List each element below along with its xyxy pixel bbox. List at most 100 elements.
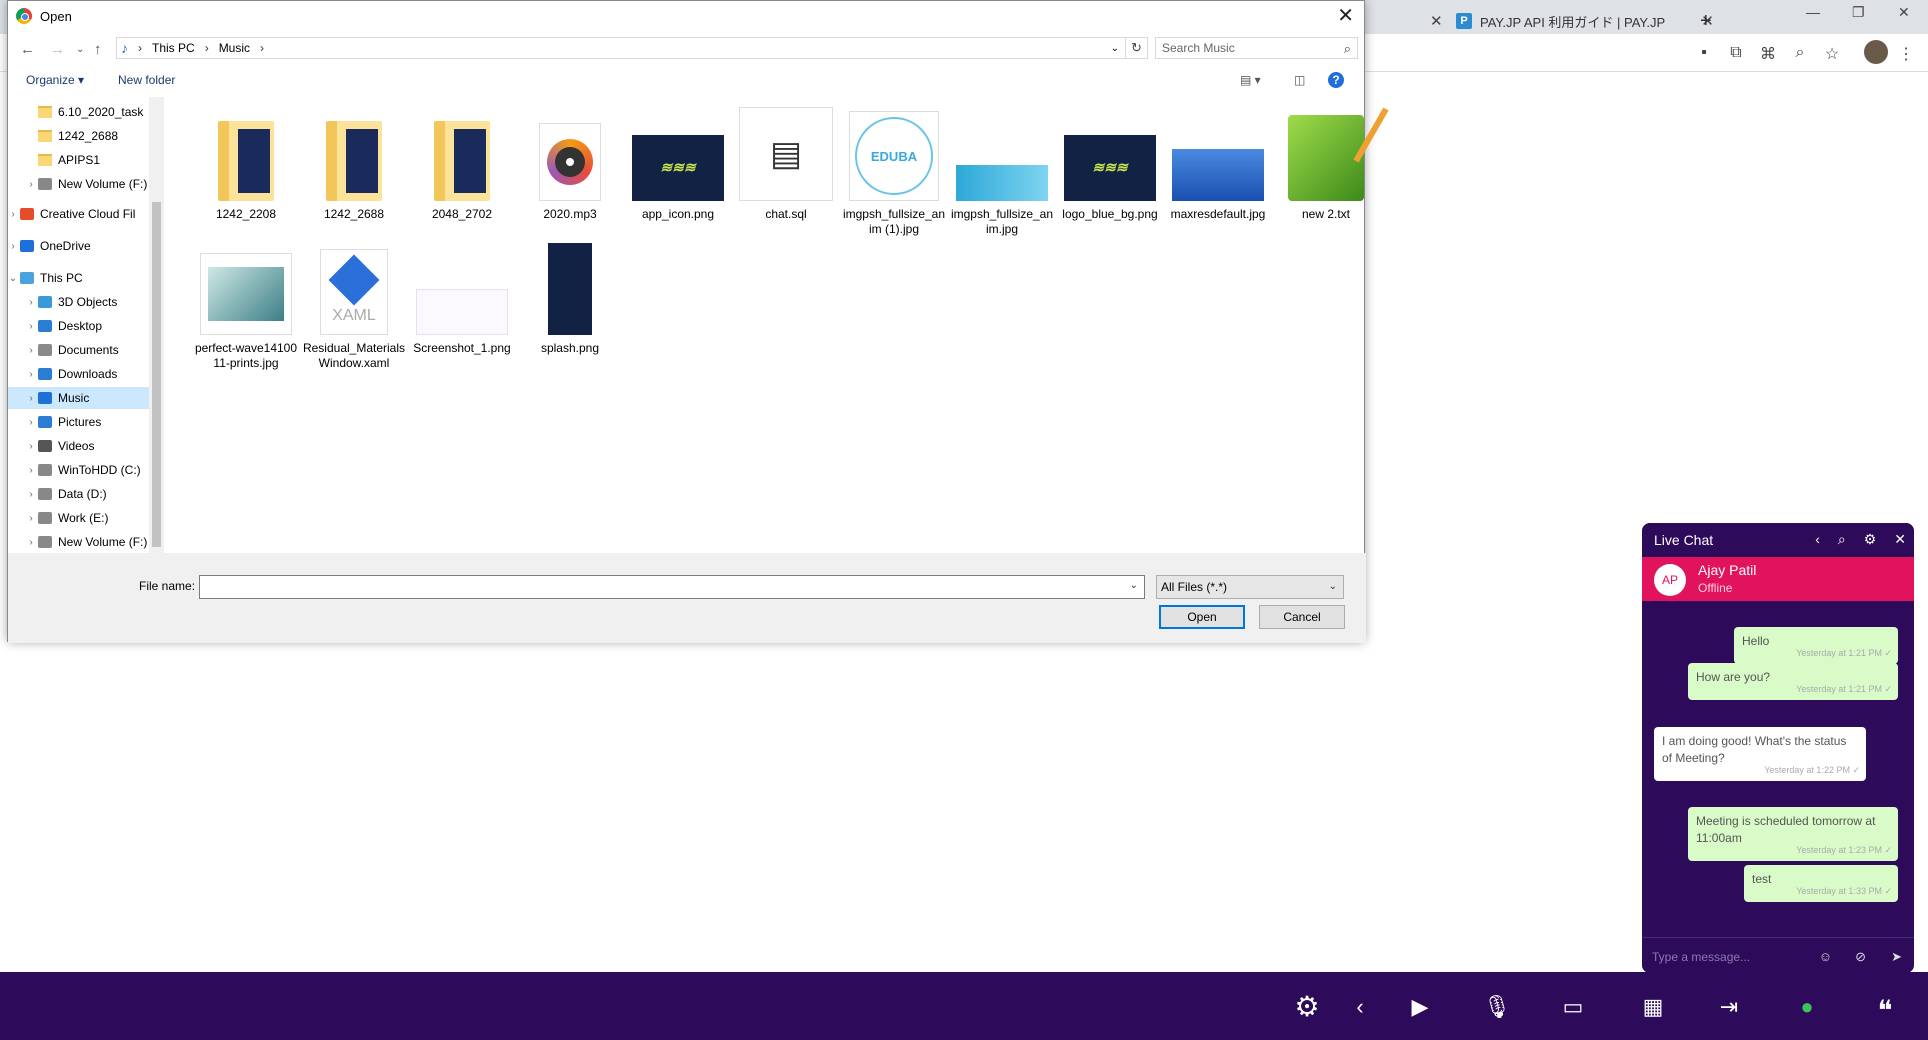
open-external-icon[interactable]: ⧉ — [1726, 44, 1746, 62]
cancel-button[interactable]: Cancel — [1259, 605, 1345, 629]
screen-share-icon[interactable]: ▭ — [1558, 994, 1588, 1020]
close-icon[interactable]: ✕ — [1894, 531, 1906, 548]
nav-item[interactable]: › Creative Cloud Fil — [8, 203, 149, 225]
nav-item[interactable]: APIPS1 — [8, 149, 149, 171]
search-input[interactable]: Search Music ⌕ — [1155, 37, 1358, 59]
minimize-button[interactable]: — — [1806, 4, 1820, 20]
chevron-right-icon[interactable]: › — [24, 417, 38, 428]
file-item[interactable]: splash.png — [518, 239, 622, 356]
horizontal-scrollbar[interactable] — [8, 553, 1366, 567]
exit-icon[interactable]: ⇥ — [1714, 994, 1744, 1020]
chevron-right-icon[interactable]: › — [24, 297, 38, 308]
chevron-left-icon[interactable]: ‹ — [1345, 994, 1375, 1020]
chevron-right-icon[interactable]: › — [24, 441, 38, 452]
chevron-right-icon[interactable]: › — [24, 345, 38, 356]
file-item[interactable]: ≋≋≋ logo_blue_bg.png — [1058, 105, 1162, 222]
file-item[interactable]: maxresdefault.jpg — [1166, 105, 1270, 222]
recent-dropdown-icon[interactable]: ⌄ — [76, 44, 84, 55]
address-bar[interactable]: ♪ › This PC › Music › ⌄ — [116, 37, 1126, 59]
organize-button[interactable]: Organize ▾ — [26, 73, 84, 87]
chat-contact[interactable]: AP Ajay Patil Offline — [1642, 557, 1914, 601]
open-button[interactable]: Open — [1159, 605, 1245, 629]
chevron-right-icon[interactable]: › — [24, 489, 38, 500]
nav-item[interactable]: ⌄ This PC — [8, 267, 149, 289]
nav-item[interactable]: › Data (D:) — [8, 483, 149, 505]
nav-item[interactable]: 1242_2688 — [8, 125, 149, 147]
calendar-icon[interactable]: ▦ — [1638, 994, 1668, 1020]
chevron-down-icon[interactable]: ⌄ — [1130, 580, 1138, 591]
chevron-right-icon[interactable]: › — [24, 369, 38, 380]
quote-icon[interactable]: ❝ — [1870, 994, 1900, 1027]
maximize-button[interactable]: ❐ — [1852, 4, 1865, 21]
address-dropdown-icon[interactable]: ⌄ — [1111, 43, 1119, 54]
back-chevron-icon[interactable]: ‹ — [1815, 531, 1820, 548]
back-arrow-icon[interactable]: ← — [20, 41, 35, 58]
file-item[interactable]: 1242_2688 — [302, 105, 406, 222]
nav-item[interactable]: › Desktop — [8, 315, 149, 337]
microphone-icon[interactable]: 🎙 — [1482, 994, 1512, 1020]
chevron-right-icon[interactable]: › — [24, 465, 38, 476]
bookmark-star-icon[interactable]: ☆ — [1822, 44, 1842, 64]
file-item[interactable]: 1242_2208 — [194, 105, 298, 222]
chevron-right-icon[interactable]: › — [24, 537, 38, 548]
view-options-icon[interactable]: ▤ ▾ — [1240, 73, 1261, 87]
video-camera-icon[interactable]: ▶ — [1405, 994, 1435, 1020]
chevron-right-icon[interactable]: › — [8, 241, 20, 252]
search-icon[interactable]: ⌕ — [1838, 531, 1846, 548]
nav-item[interactable]: 6.10_2020_task — [8, 101, 149, 123]
nav-item[interactable]: › WinToHDD (C:) — [8, 459, 149, 481]
file-item[interactable]: ▤ chat.sql — [734, 105, 838, 222]
menu-dots-icon[interactable]: ⋮ — [1896, 44, 1916, 64]
chevron-down-icon[interactable]: ⌄ — [8, 273, 20, 284]
close-tab-icon[interactable]: ✕ — [1430, 12, 1443, 30]
help-icon[interactable]: ? — [1328, 72, 1344, 88]
chevron-right-icon[interactable]: › — [8, 209, 20, 220]
nav-item[interactable]: › Videos — [8, 435, 149, 457]
new-tab-button[interactable]: + — [1700, 6, 1712, 36]
nav-item[interactable]: › Pictures — [8, 411, 149, 433]
message-input[interactable]: Type a message... ☺ ⊘ ➤ — [1642, 937, 1914, 973]
nav-scrollbar[interactable] — [149, 97, 164, 565]
file-item[interactable]: EDUBA imgpsh_fullsize_anim (1).jpg — [842, 105, 946, 237]
file-item[interactable]: 2048_2702 — [410, 105, 514, 222]
chevron-right-icon[interactable]: › — [24, 179, 38, 190]
refresh-button[interactable]: ↻ — [1126, 37, 1148, 59]
file-item[interactable]: XAML Residual_MaterialsWindow.xaml — [302, 239, 406, 371]
chevron-right-icon[interactable]: › — [24, 513, 38, 524]
nav-item[interactable]: › Documents — [8, 339, 149, 361]
preview-pane-icon[interactable]: ◫ — [1294, 73, 1305, 87]
nav-item[interactable]: › Music — [8, 387, 149, 409]
nav-item[interactable]: › Downloads — [8, 363, 149, 385]
new-folder-button[interactable]: New folder — [118, 73, 175, 87]
nav-item[interactable]: › 3D Objects — [8, 291, 149, 313]
breadcrumb-music[interactable]: Music — [219, 41, 250, 55]
file-item[interactable]: Screenshot_1.png — [410, 239, 514, 356]
gear-icon[interactable]: ⚙ — [1292, 990, 1322, 1023]
close-dialog-button[interactable]: ✕ — [1337, 3, 1354, 28]
camera-icon[interactable]: ▪ — [1694, 44, 1714, 62]
translate-icon[interactable]: ⌘ — [1758, 44, 1778, 64]
nav-item[interactable]: › OneDrive — [8, 235, 149, 257]
breadcrumb-this-pc[interactable]: This PC — [152, 41, 195, 55]
file-item[interactable]: imgpsh_fullsize_anim.jpg — [950, 105, 1054, 237]
chevron-right-icon[interactable]: › — [24, 321, 38, 332]
nav-item[interactable]: › Work (E:) — [8, 507, 149, 529]
send-icon[interactable]: ➤ — [1891, 949, 1902, 965]
attach-icon[interactable]: ⊘ — [1855, 949, 1866, 965]
file-name-input[interactable]: ⌄ — [199, 575, 1145, 599]
zoom-icon[interactable]: ⌕ — [1790, 44, 1810, 62]
chat-bubble-icon[interactable]: ● — [1792, 994, 1822, 1020]
close-window-button[interactable]: ✕ — [1898, 4, 1910, 21]
file-item[interactable]: new 2.txt — [1274, 105, 1389, 222]
profile-avatar[interactable] — [1864, 40, 1888, 64]
emoji-icon[interactable]: ☺ — [1819, 949, 1832, 964]
browser-tab[interactable]: ✕ — [1360, 6, 1443, 36]
nav-item[interactable]: › New Volume (F:) — [8, 173, 149, 195]
file-item[interactable]: ≋≋≋ app_icon.png — [626, 105, 730, 222]
forward-arrow-icon[interactable]: → — [50, 41, 65, 58]
up-arrow-icon[interactable]: ↑ — [94, 41, 102, 58]
gear-icon[interactable]: ⚙ — [1864, 531, 1877, 548]
nav-item[interactable]: › New Volume (F:) — [8, 531, 149, 553]
file-item[interactable]: 2020.mp3 — [518, 105, 622, 222]
browser-tab-payjp[interactable]: P PAY.JP API 利用ガイド | PAY.JP ✕ — [1456, 6, 1714, 36]
